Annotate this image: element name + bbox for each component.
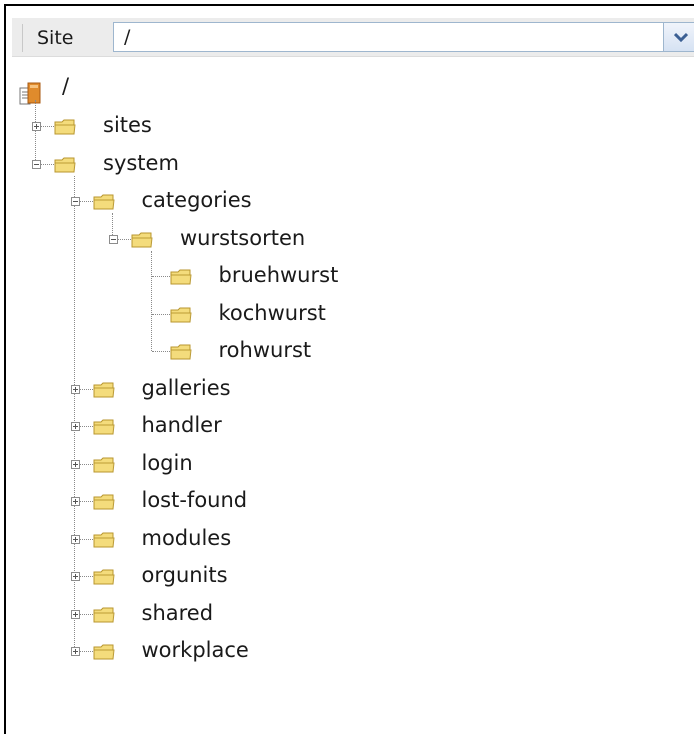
expand-icon[interactable]	[32, 122, 41, 131]
collapse-icon[interactable]	[32, 159, 41, 169]
tree-node-orgunits[interactable]: orgunits	[142, 562, 228, 588]
tree-connector-line	[35, 100, 36, 164]
folder-icon[interactable]	[93, 606, 115, 623]
folder-icon[interactable]	[93, 381, 115, 398]
folder-icon[interactable]	[170, 306, 192, 323]
folder-icon[interactable]	[170, 268, 192, 285]
tree-node-galleries[interactable]: galleries	[142, 375, 231, 401]
expand-icon[interactable]	[70, 647, 80, 656]
tree-node-rohwurst[interactable]: rohwurst	[219, 337, 312, 363]
folder-icon[interactable]	[131, 231, 153, 248]
folder-icon[interactable]	[93, 568, 115, 585]
folder-icon[interactable]	[170, 343, 192, 360]
tree-connector-line	[151, 313, 170, 315]
folder-icon[interactable]	[54, 156, 76, 173]
tree-node-shared[interactable]: shared	[142, 600, 214, 626]
vfs-tree: / sites system categories wurstsorten br…	[0, 0, 694, 717]
tree-node-categories[interactable]: categories	[142, 187, 252, 213]
tree-node-kochwurst[interactable]: kochwurst	[219, 300, 326, 326]
tree-node-lost-found[interactable]: lost-found	[142, 487, 248, 513]
tree-node-system[interactable]: system	[103, 150, 179, 176]
tree-node-bruehwurst[interactable]: bruehwurst	[219, 262, 339, 288]
expand-icon[interactable]	[70, 497, 80, 506]
folder-icon[interactable]	[93, 643, 115, 660]
tree-node-sites[interactable]: sites	[103, 112, 152, 138]
tree-node-handler[interactable]: handler	[142, 412, 222, 438]
folder-icon[interactable]	[93, 493, 115, 510]
folder-icon[interactable]	[54, 118, 76, 135]
root-icon[interactable]	[18, 80, 44, 106]
expand-icon[interactable]	[70, 459, 80, 469]
folder-icon[interactable]	[93, 418, 115, 435]
folder-icon[interactable]	[93, 193, 115, 210]
folder-icon[interactable]	[93, 531, 115, 548]
tree-connector-line	[150, 250, 152, 351]
expand-icon[interactable]	[70, 384, 80, 394]
expand-icon[interactable]	[70, 609, 80, 619]
collapse-icon[interactable]	[70, 197, 80, 206]
expand-icon[interactable]	[70, 572, 80, 581]
tree-node-login[interactable]: login	[142, 450, 193, 476]
tree-connector-line	[151, 276, 170, 277]
tree-node-modules[interactable]: modules	[142, 525, 232, 551]
folder-icon[interactable]	[93, 456, 115, 473]
expand-icon[interactable]	[70, 534, 80, 544]
tree-connector-line	[151, 351, 170, 352]
expand-icon[interactable]	[70, 422, 80, 431]
tree-node-wurstsorten[interactable]: wurstsorten	[180, 225, 305, 251]
collapse-icon[interactable]	[109, 234, 118, 244]
tree-root-label[interactable]: /	[62, 73, 69, 99]
tree-node-workplace[interactable]: workplace	[142, 637, 249, 663]
